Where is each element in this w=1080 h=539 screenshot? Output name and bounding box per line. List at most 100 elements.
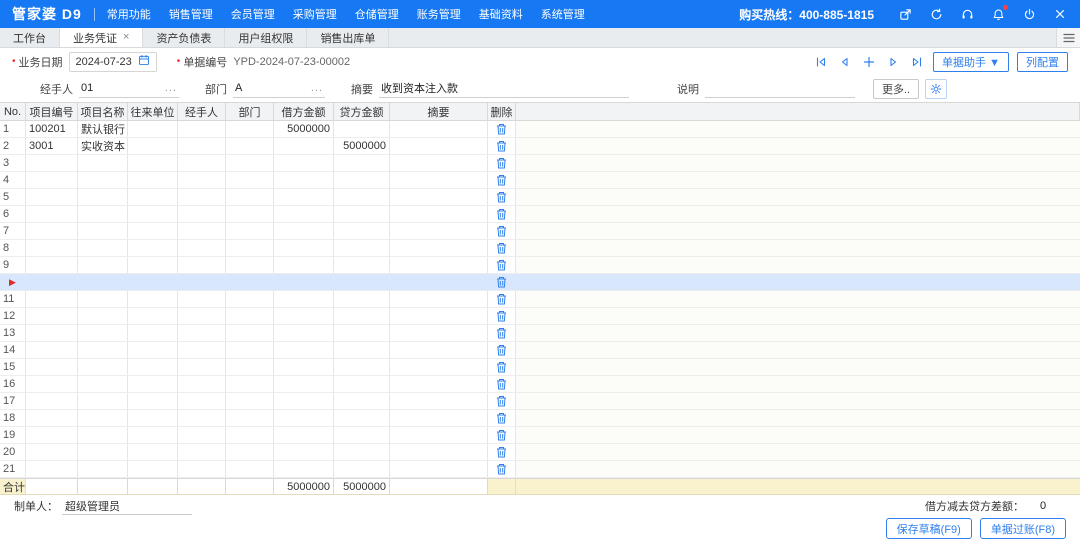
cell-no[interactable]: 21 [0,461,26,477]
cell-debit[interactable] [274,206,334,222]
table-row-4[interactable]: 4 [0,172,1080,189]
cell-handler[interactable] [178,325,226,341]
cell-name[interactable] [78,308,128,324]
cell-credit[interactable] [334,257,390,273]
delete-row-icon[interactable] [488,342,516,358]
cell-handler[interactable] [178,206,226,222]
cell-partner[interactable] [128,206,178,222]
cell-credit[interactable] [334,240,390,256]
cell-summary[interactable] [390,223,488,239]
cell-name[interactable]: 实收资本 [78,138,128,154]
delete-row-icon[interactable] [488,359,516,375]
cell-name[interactable] [78,189,128,205]
cell-debit[interactable] [274,427,334,443]
table-row-6[interactable]: 6 [0,206,1080,223]
cell-debit[interactable] [274,308,334,324]
cell-dept[interactable] [226,410,274,426]
cell-no[interactable]: 3 [0,155,26,171]
cell-code[interactable] [26,172,78,188]
cell-credit[interactable] [334,461,390,477]
cell-partner[interactable] [128,189,178,205]
cell-name[interactable] [78,427,128,443]
cell-debit[interactable] [274,138,334,154]
table-row-8[interactable]: 8 [0,240,1080,257]
cell-credit[interactable] [334,359,390,375]
delete-row-icon[interactable] [488,121,516,137]
notification-bell-icon[interactable] [990,6,1006,22]
cell-summary[interactable] [390,138,488,154]
cell-debit[interactable] [274,325,334,341]
cell-code[interactable] [26,376,78,392]
cell-partner[interactable] [128,291,178,307]
table-row-14[interactable]: 14 [0,342,1080,359]
post-voucher-button[interactable]: 单据过账(F8) [980,518,1066,539]
cell-code[interactable] [26,257,78,273]
cell-credit[interactable] [334,172,390,188]
cell-no[interactable]: ▶ [0,274,26,290]
cell-dept[interactable] [226,257,274,273]
cell-dept[interactable] [226,359,274,375]
cell-credit[interactable] [334,121,390,137]
delete-row-icon[interactable] [488,155,516,171]
cell-code[interactable] [26,393,78,409]
cell-partner[interactable] [128,274,178,290]
cell-summary[interactable] [390,393,488,409]
cell-credit[interactable] [334,189,390,205]
cell-summary[interactable] [390,461,488,477]
cell-credit[interactable] [334,376,390,392]
delete-row-icon[interactable] [488,274,516,290]
cell-handler[interactable] [178,461,226,477]
cell-dept[interactable] [226,461,274,477]
dept-input[interactable]: A ... [233,80,325,98]
cell-debit[interactable] [274,240,334,256]
table-row-17[interactable]: 17 [0,393,1080,410]
cell-dept[interactable] [226,121,274,137]
cell-code[interactable] [26,444,78,460]
cell-name[interactable] [78,359,128,375]
cell-code[interactable] [26,155,78,171]
cell-summary[interactable] [390,240,488,256]
cell-partner[interactable] [128,121,178,137]
cell-code[interactable] [26,206,78,222]
cell-handler[interactable] [178,274,226,290]
cell-code[interactable] [26,189,78,205]
cell-handler[interactable] [178,359,226,375]
menu-item-销售管理[interactable]: 销售管理 [169,6,213,22]
cell-partner[interactable] [128,461,178,477]
more-button[interactable]: 更多.. [873,79,919,99]
cell-no[interactable]: 2 [0,138,26,154]
table-row-13[interactable]: 13 [0,325,1080,342]
cell-summary[interactable] [390,308,488,324]
table-row-5[interactable]: 5 [0,189,1080,206]
cell-no[interactable]: 4 [0,172,26,188]
cell-partner[interactable] [128,155,178,171]
cell-partner[interactable] [128,138,178,154]
menu-item-会员管理[interactable]: 会员管理 [231,6,275,22]
cell-debit[interactable] [274,342,334,358]
cell-name[interactable]: 默认银行 [78,121,128,137]
cell-summary[interactable] [390,359,488,375]
tab-资产负债表[interactable]: 资产负债表 [143,28,225,47]
cell-name[interactable] [78,410,128,426]
cell-name[interactable] [78,206,128,222]
summary-input[interactable]: 收到资本注入款 [379,80,629,98]
cell-dept[interactable] [226,342,274,358]
cell-partner[interactable] [128,325,178,341]
note-input[interactable] [705,80,855,98]
cell-code[interactable] [26,223,78,239]
cell-name[interactable] [78,325,128,341]
cell-no[interactable]: 6 [0,206,26,222]
cell-handler[interactable] [178,240,226,256]
dept-lookup-button[interactable]: ... [309,82,325,94]
cell-credit[interactable] [334,393,390,409]
cell-dept[interactable] [226,325,274,341]
cell-handler[interactable] [178,257,226,273]
date-input[interactable]: 2024-07-23 [69,52,157,72]
cell-dept[interactable] [226,172,274,188]
cell-debit[interactable] [274,155,334,171]
table-row-19[interactable]: 19 [0,427,1080,444]
cell-dept[interactable] [226,427,274,443]
cell-credit[interactable] [334,274,390,290]
cell-dept[interactable] [226,155,274,171]
table-row-21[interactable]: 21 [0,461,1080,478]
